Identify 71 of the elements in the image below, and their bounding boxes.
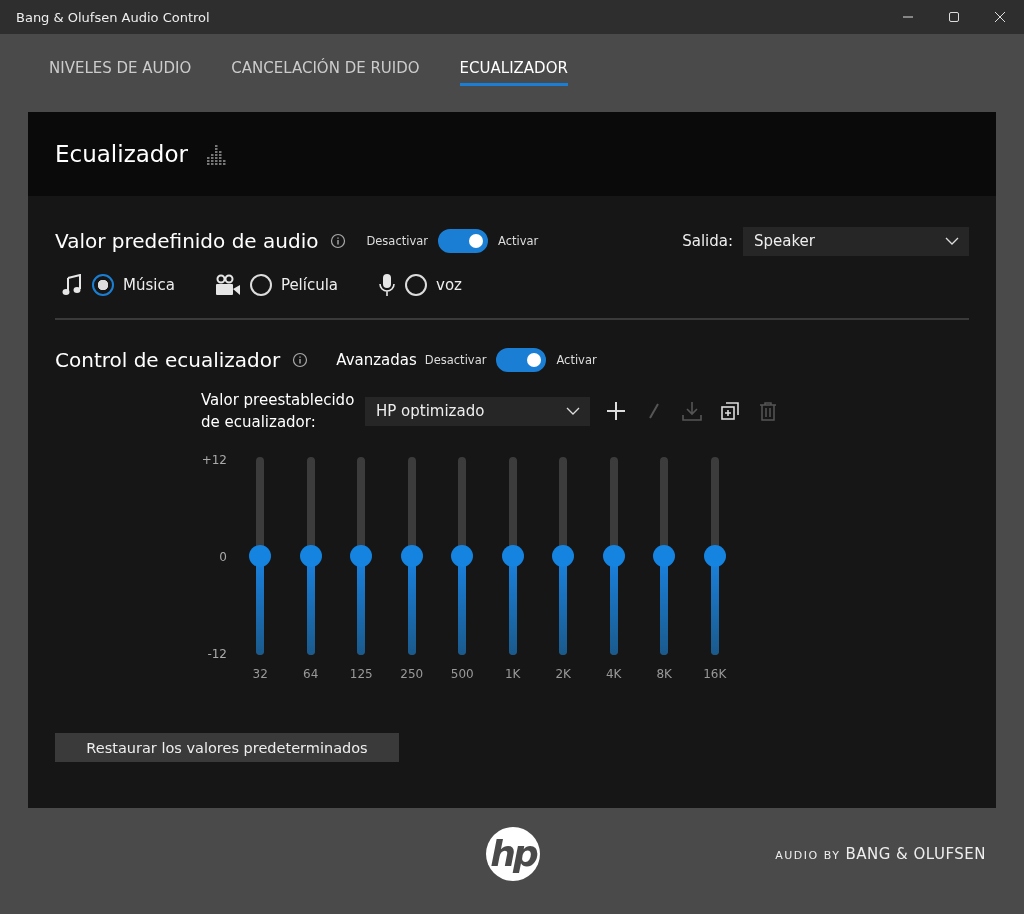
- slider-thumb[interactable]: [602, 545, 625, 567]
- toggle-off-label: Desactivar: [424, 353, 487, 367]
- slider-thumb[interactable]: [299, 545, 322, 567]
- equalizer-icon: [205, 142, 228, 166]
- radio-button[interactable]: [92, 274, 114, 296]
- restore-defaults-button[interactable]: Restaurar los valores predeterminados: [55, 733, 399, 762]
- close-icon[interactable]: [994, 11, 1006, 23]
- frequency-label: 250: [400, 667, 424, 681]
- panel-title: Ecualizador: [55, 141, 188, 167]
- frequency-label: 32: [252, 667, 268, 681]
- eq-slider[interactable]: [350, 457, 373, 655]
- eq-slider[interactable]: [451, 457, 474, 655]
- chevron-down-icon: [566, 407, 580, 415]
- toggle-switch[interactable]: [438, 229, 488, 253]
- frequency-label: 8K: [656, 667, 672, 681]
- tab[interactable]: NIVELES DE AUDIO: [49, 58, 192, 86]
- output-label: Salida:: [682, 232, 733, 250]
- frequency-label: 125: [349, 667, 373, 681]
- toggle-switch[interactable]: [496, 348, 547, 372]
- frequency-label: 4K: [606, 667, 622, 681]
- frequency-label: 64: [303, 667, 319, 681]
- microphone-icon: [378, 273, 397, 297]
- advanced-label: Avanzadas: [336, 351, 417, 369]
- scale-label: 0: [219, 550, 227, 564]
- frequency-label: 500: [450, 667, 474, 681]
- frequency-label: 16K: [703, 667, 727, 681]
- brand-text: BANG & OLUFSEN: [845, 845, 986, 863]
- plus-icon[interactable]: [606, 401, 626, 421]
- music-note-icon: [61, 274, 83, 296]
- radio-label: voz: [436, 276, 462, 294]
- eq-slider[interactable]: [249, 457, 272, 655]
- frequency-label: 2K: [555, 667, 571, 681]
- eq-slider[interactable]: [400, 457, 423, 655]
- info-icon[interactable]: [330, 233, 347, 249]
- tab[interactable]: CANCELACIÓN DE RUIDO: [231, 58, 420, 86]
- window-title: Bang & Olufsen Audio Control: [16, 9, 211, 25]
- slider-thumb[interactable]: [249, 545, 272, 567]
- preset-label: Valor preestablecido de ecualizador:: [201, 390, 356, 433]
- eq-slider[interactable]: [703, 457, 726, 655]
- eq-slider[interactable]: [501, 457, 524, 655]
- toggle-off-label: Desactivar: [366, 234, 428, 248]
- output-dropdown[interactable]: Speaker: [743, 226, 969, 256]
- preset-dropdown[interactable]: HP optimizado: [365, 396, 590, 426]
- slider-thumb[interactable]: [451, 545, 474, 567]
- eq-slider[interactable]: [552, 457, 575, 655]
- video-camera-icon: [214, 274, 241, 296]
- eq-slider[interactable]: [299, 457, 322, 655]
- section-title: Valor predefinido de audio: [55, 229, 319, 253]
- slider-thumb[interactable]: [350, 545, 373, 567]
- slider-thumb[interactable]: [703, 545, 726, 567]
- toggle-on-label: Activar: [498, 234, 539, 248]
- radio-label: Película: [280, 276, 339, 294]
- radio-label: Música: [123, 276, 175, 294]
- scale-label: -12: [207, 647, 227, 661]
- slider-thumb[interactable]: [501, 545, 524, 567]
- scale-label: +12: [201, 453, 227, 467]
- info-icon[interactable]: [292, 352, 309, 368]
- maximize-icon[interactable]: [948, 11, 960, 23]
- toggle-on-label: Activar: [556, 353, 597, 367]
- slider-thumb[interactable]: [400, 545, 423, 567]
- slider-thumb[interactable]: [552, 545, 575, 567]
- eq-slider[interactable]: [653, 457, 676, 655]
- section-title: Control de ecualizador: [55, 348, 281, 372]
- hp-logo: hp: [486, 827, 540, 881]
- eq-slider[interactable]: [602, 457, 625, 655]
- tab[interactable]: ECUALIZADOR: [459, 58, 568, 86]
- chevron-down-icon: [945, 237, 959, 245]
- frequency-label: 1K: [505, 667, 521, 681]
- duplicate-icon[interactable]: [720, 401, 740, 421]
- slider-thumb[interactable]: [653, 545, 676, 567]
- tagline-text: AUDIO BY: [775, 849, 841, 862]
